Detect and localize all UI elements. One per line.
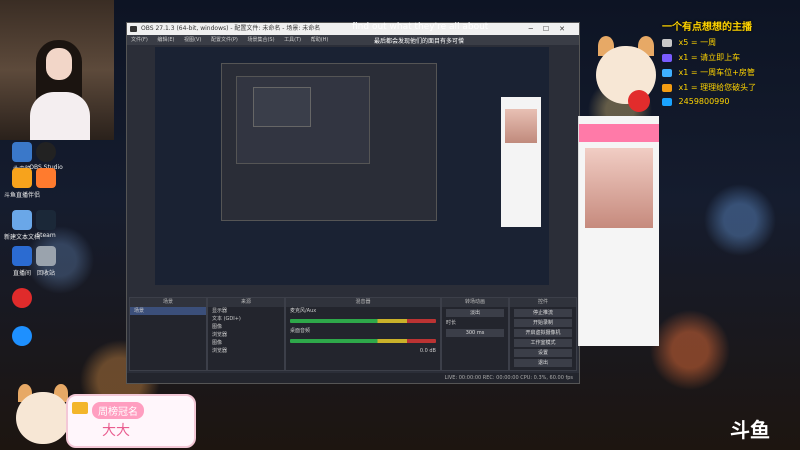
music-icon: [12, 288, 32, 308]
douyu-logo: 斗鱼: [730, 418, 770, 442]
desktop-icon-netease[interactable]: [2, 288, 42, 310]
transition-type-select[interactable]: 淡出: [446, 309, 504, 317]
nested-obs-preview-2: [236, 76, 370, 164]
menu-bar: 文件(F) 编辑(E) 视图(V) 配置文件(P) 场景集合(S) 工具(T) …: [127, 35, 579, 45]
crown-icon: [72, 402, 88, 414]
desktop-icon-steam[interactable]: Steam: [26, 210, 66, 239]
scenes-dock: 场景 场景: [129, 297, 207, 371]
gift-row: 2459800990: [662, 97, 800, 106]
start-recording-button[interactable]: 开始录制: [514, 319, 572, 327]
transitions-dock-title: 转场动画: [442, 298, 508, 307]
menu-file[interactable]: 文件(F): [131, 37, 148, 43]
browser-icon: [12, 326, 32, 346]
mascot-top: [590, 36, 662, 116]
phone-image: [585, 148, 653, 228]
ball-icon: [628, 90, 650, 112]
menu-tools[interactable]: 工具(T): [284, 37, 301, 43]
obs-icon: [36, 142, 56, 162]
desktop-icon-browser[interactable]: [2, 326, 42, 348]
phone-preview-panel: [578, 116, 659, 346]
phone-banner: [579, 124, 659, 142]
source-item[interactable]: 浏览器: [208, 331, 284, 339]
gift-tag-icon: [662, 38, 672, 47]
mixer-channel-desktop: 桌面音频: [290, 328, 311, 334]
status-rec: REC: 00:00:00: [482, 375, 519, 381]
subtitle-english: find out what they're all about: [352, 22, 489, 32]
card-name: 大大: [102, 423, 130, 439]
menu-scene-collection[interactable]: 场景集合(S): [247, 37, 274, 43]
sources-dock: 来源 显示器 文本 (GDI+) 图像 浏览器 图像 浏览器: [207, 297, 285, 371]
gift-tag-icon: [662, 53, 672, 62]
sources-dock-title: 来源: [208, 298, 284, 307]
gift-row: x1 = 理理给您破头了: [662, 82, 800, 93]
source-item[interactable]: 浏览器: [208, 347, 284, 355]
source-item[interactable]: 图像: [208, 323, 284, 331]
status-live: LIVE: 00:00:00: [444, 375, 482, 381]
exit-button[interactable]: 退出: [514, 359, 572, 367]
mixer-dock-title: 混音器: [286, 298, 440, 307]
menu-edit[interactable]: 编辑(E): [157, 37, 174, 43]
gift-panel: 一个有点想想的主播 x5 = 一周 x1 = 请立即上车 x1 = 一周车位+房…: [662, 18, 800, 118]
controls-dock-title: 控件: [510, 298, 576, 307]
menu-help[interactable]: 帮助(H): [311, 37, 329, 43]
stop-streaming-button[interactable]: 停止推流: [514, 309, 572, 317]
weekly-rank-card: 周榜冠名 大大: [66, 394, 196, 448]
window-title: OBS 27.1.3 (64-bit, windows) - 配置文件: 未命名…: [141, 25, 321, 32]
scene-item[interactable]: 场景: [130, 307, 206, 315]
gift-row: x5 = 一周: [662, 37, 800, 48]
preview-canvas[interactable]: [155, 47, 549, 285]
card-label: 周榜冠名: [92, 402, 144, 419]
app-icon: [36, 168, 56, 188]
subtitle-chinese: 最后都会发现他们的面目有多可憎: [374, 38, 465, 45]
obs-logo-icon: [130, 26, 137, 32]
window-controls[interactable]: ─☐✕: [529, 23, 575, 35]
source-item[interactable]: 文本 (GDI+): [208, 315, 284, 323]
desktop-volume-meter[interactable]: [290, 339, 436, 343]
gift-row: x1 = 一周车位+房管: [662, 67, 800, 78]
obs-window[interactable]: OBS 27.1.3 (64-bit, windows) - 配置文件: 未命名…: [126, 22, 580, 384]
mascot-bottom: [12, 384, 74, 448]
nested-obs-preview-3: [253, 87, 311, 127]
menu-profile[interactable]: 配置文件(P): [211, 37, 238, 43]
mixer-channel-mic: 麦克风/Aux: [290, 308, 317, 314]
desktop-icon-obs[interactable]: OBS Studio: [26, 142, 66, 171]
panel-title: 一个有点想想的主播: [662, 22, 752, 33]
steam-icon: [36, 210, 56, 230]
gift-row: x1 = 请立即上车: [662, 52, 800, 63]
mixer-db-value: 0.0 dB: [419, 348, 436, 354]
preview-phone-panel: [501, 97, 541, 227]
obs-docks: 场景 场景 来源 显示器 文本 (GDI+) 图像 浏览器 图像 浏览器 混音器…: [127, 287, 579, 383]
scenes-dock-title: 场景: [130, 298, 206, 307]
qq-icon: [662, 97, 672, 106]
source-item[interactable]: 显示器: [208, 307, 284, 315]
nested-obs-preview: [221, 63, 437, 221]
streamer-figure: [30, 40, 90, 140]
duration-label: 时长: [446, 320, 457, 326]
webcam-feed: [0, 0, 114, 140]
mixer-dock: 混音器 麦克风/Aux 桌面音频 0.0 dB: [285, 297, 441, 371]
menu-view[interactable]: 视图(V): [184, 37, 201, 43]
desktop-icon-recycle-bin[interactable]: 回收站: [26, 246, 66, 277]
desktop-icon-companion[interactable]: [26, 168, 66, 190]
status-cpu: CPU: 0.3%, 60.00 fps: [520, 375, 573, 381]
mic-volume-meter[interactable]: [290, 319, 436, 323]
gift-tag-icon: [662, 68, 672, 77]
virtual-camera-button[interactable]: 开启虚拟摄像机: [514, 329, 572, 337]
gift-tag-icon: [662, 83, 672, 92]
duration-input[interactable]: 300 ms: [446, 329, 504, 337]
recycle-bin-icon: [36, 246, 56, 266]
transitions-dock: 转场动画 淡出 时长 300 ms: [441, 297, 509, 371]
status-bar: LIVE: 00:00:00 REC: 00:00:00 CPU: 0.3%, …: [127, 373, 579, 383]
source-item[interactable]: 图像: [208, 339, 284, 347]
studio-mode-button[interactable]: 工作室模式: [514, 339, 572, 347]
settings-button[interactable]: 设置: [514, 349, 572, 357]
controls-dock: 控件 停止推流 开始录制 开启虚拟摄像机 工作室模式 设置 退出: [509, 297, 577, 371]
